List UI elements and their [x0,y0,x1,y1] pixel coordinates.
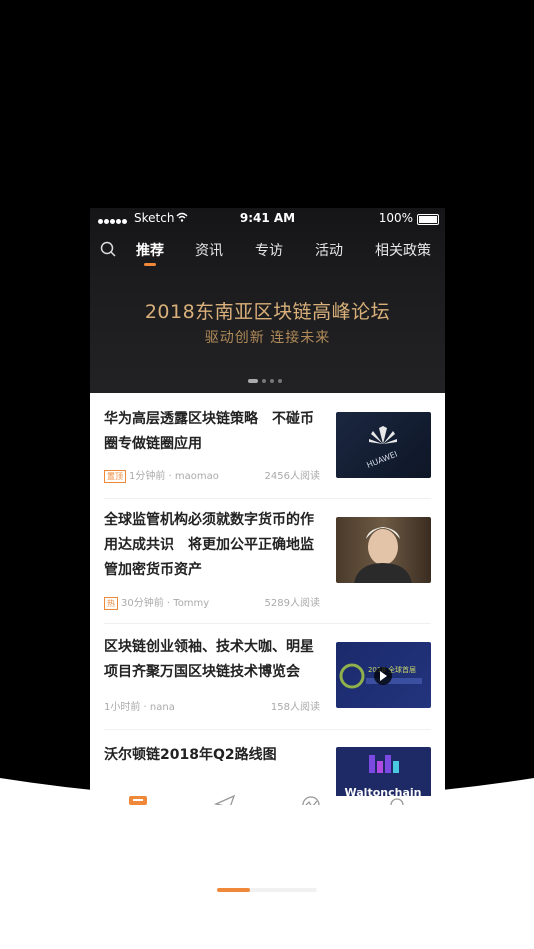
article-title[interactable]: 区块链创业领袖、技术大咖、明星项目齐聚万国区块链技术博览会 [104,635,322,685]
carousel-dot[interactable] [262,379,266,383]
article-author: Tommy [173,598,210,609]
portrait-image [354,527,412,583]
pinned-badge: 置顶 [104,470,126,483]
expo-video-thumbnail: 2018 全球首届 [339,663,422,689]
phone-screen: Sketch 9:41 AM 100% 推荐 资讯 专访 活动 相关政策 201… [90,208,445,805]
thumb-caption: HUAWEI [365,449,398,469]
article-author: nana [149,702,175,713]
bottom-tab-bar [90,794,445,805]
article-time: 1分钟前 [129,471,166,482]
status-bar: Sketch 9:41 AM 100% [90,208,445,230]
page-indicator [217,888,317,892]
market-icon[interactable] [300,794,322,805]
tab-news[interactable]: 资讯 [195,240,223,260]
divider [104,623,431,624]
page-indicator-fill [217,888,250,892]
tab-policy[interactable]: 相关政策 [375,240,431,260]
carousel-dot[interactable] [278,379,282,383]
article-thumbnail[interactable]: 2018 全球首届 [336,642,431,708]
article-thumbnail[interactable]: HUAWEI [336,412,431,478]
tab-interview[interactable]: 专访 [255,240,283,260]
carousel-dot[interactable] [248,379,258,383]
divider [104,729,431,730]
battery-percent: 100% [378,211,413,225]
article-time: 1小时前 [104,702,141,713]
article-title[interactable]: 华为高层透露区块链策略 不碰币圈专做链圈应用 [104,407,322,457]
top-nav: 推荐 资讯 专访 活动 相关政策 [90,238,445,268]
send-icon[interactable] [214,794,236,805]
article-reads: 2456人阅读 [264,471,320,482]
article-meta: 置顶 1分钟前 · maomao 2456人阅读 [104,467,320,483]
news-icon[interactable] [127,794,149,805]
profile-icon[interactable] [386,794,408,805]
article-time: 30分钟前 [121,598,164,609]
header-banner: Sketch 9:41 AM 100% 推荐 资讯 专访 活动 相关政策 201… [90,208,445,393]
banner-subtitle: 驱动创新 连接未来 [204,330,331,346]
article-meta: 热 30分钟前 · Tommy 5289人阅读 [104,594,320,610]
tab-events[interactable]: 活动 [315,240,343,260]
article-thumbnail[interactable] [336,517,431,583]
article-reads: 158人阅读 [270,702,320,713]
battery-icon [417,214,439,225]
carousel-dot[interactable] [270,379,274,383]
article-title[interactable]: 全球监管机构必须就数字货币的作用达成共识 将更加公平正确地监管加密货币资产 [104,508,322,583]
article-reads: 5289人阅读 [264,598,320,609]
article-title[interactable]: 沃尔顿链2018年Q2路线图 [104,743,322,768]
banner-title[interactable]: 2018东南亚区块链高峰论坛 [90,297,445,324]
article-meta: 1小时前 · nana 158人阅读 [104,698,320,713]
huawei-logo-icon: HUAWEI [365,426,399,470]
divider [104,498,431,499]
article-author: maomao [174,471,219,482]
search-icon[interactable] [100,241,116,257]
tab-recommend[interactable]: 推荐 [136,240,164,260]
hot-badge: 热 [104,597,118,610]
active-tab-indicator [144,263,156,266]
